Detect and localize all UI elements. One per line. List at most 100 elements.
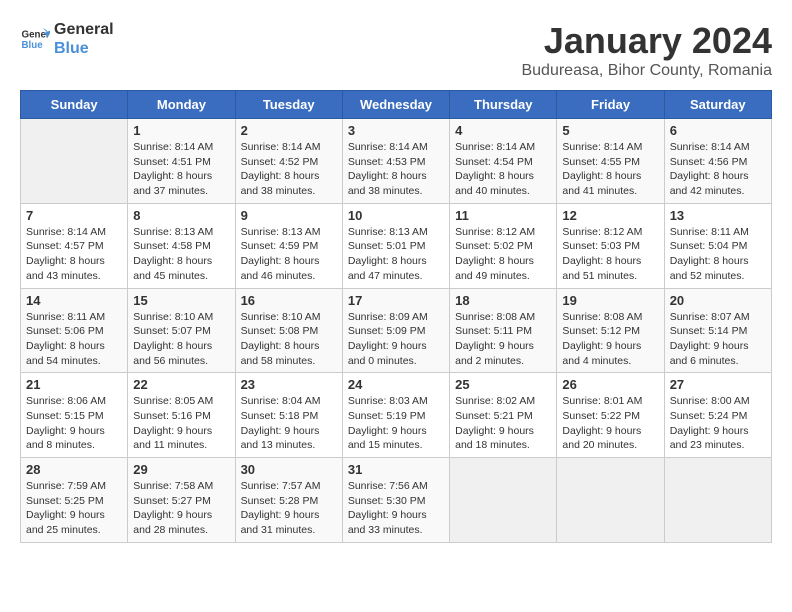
- day-number: 4: [455, 123, 551, 138]
- day-info: Sunrise: 8:01 AMSunset: 5:22 PMDaylight:…: [562, 394, 658, 453]
- day-number: 13: [670, 208, 766, 223]
- day-number: 23: [241, 377, 337, 392]
- day-number: 21: [26, 377, 122, 392]
- calendar-cell: [557, 458, 664, 543]
- day-info: Sunrise: 8:14 AMSunset: 4:56 PMDaylight:…: [670, 140, 766, 199]
- calendar-cell: 18Sunrise: 8:08 AMSunset: 5:11 PMDayligh…: [450, 288, 557, 373]
- day-number: 14: [26, 293, 122, 308]
- day-info: Sunrise: 8:06 AMSunset: 5:15 PMDaylight:…: [26, 394, 122, 453]
- calendar-week-row: 21 Sunrise: 8:06 AMSunset: 5:15 PMDayligh…: [21, 373, 772, 458]
- calendar-cell: 6 Sunrise: 8:14 AMSunset: 4:56 PMDaylight…: [664, 119, 771, 204]
- calendar-cell: 19 Sunrise: 8:08 AMSunset: 5:12 PMDayligh…: [557, 288, 664, 373]
- svg-text:Blue: Blue: [22, 40, 44, 51]
- location-subtitle: Budureasa, Bihor County, Romania: [521, 62, 772, 80]
- day-info: Sunrise: 8:00 AMSunset: 5:24 PMDaylight:…: [670, 394, 766, 453]
- calendar-table: SundayMondayTuesdayWednesdayThursdayFrid…: [20, 90, 772, 543]
- weekday-header: Thursday: [450, 91, 557, 119]
- day-info: Sunrise: 7:58 AMSunset: 5:27 PMDaylight:…: [133, 479, 229, 538]
- day-info: Sunrise: 8:04 AMSunset: 5:18 PMDaylight:…: [241, 394, 337, 453]
- day-number: 17: [348, 293, 444, 308]
- day-number: 8: [133, 208, 229, 223]
- weekday-header: Tuesday: [235, 91, 342, 119]
- weekday-header-row: SundayMondayTuesdayWednesdayThursdayFrid…: [21, 91, 772, 119]
- weekday-header: Saturday: [664, 91, 771, 119]
- calendar-cell: 30 Sunrise: 7:57 AMSunset: 5:28 PMDayligh…: [235, 458, 342, 543]
- calendar-cell: 10 Sunrise: 8:13 AMSunset: 5:01 PMDayligh…: [342, 203, 449, 288]
- calendar-cell: 25 Sunrise: 8:02 AMSunset: 5:21 PMDayligh…: [450, 373, 557, 458]
- day-number: 16: [241, 293, 337, 308]
- calendar-cell: 21 Sunrise: 8:06 AMSunset: 5:15 PMDayligh…: [21, 373, 128, 458]
- day-number: 11: [455, 208, 551, 223]
- weekday-header: Wednesday: [342, 91, 449, 119]
- day-number: 12: [562, 208, 658, 223]
- month-title: January 2024: [521, 20, 772, 62]
- day-number: 29: [133, 462, 229, 477]
- day-info: Sunrise: 7:57 AMSunset: 5:28 PMDaylight:…: [241, 479, 337, 538]
- calendar-week-row: 28 Sunrise: 7:59 AMSunset: 5:25 PMDayligh…: [21, 458, 772, 543]
- calendar-cell: 13Sunrise: 8:11 AMSunset: 5:04 PMDayligh…: [664, 203, 771, 288]
- day-number: 22: [133, 377, 229, 392]
- calendar-cell: 3Sunrise: 8:14 AMSunset: 4:53 PMDaylight…: [342, 119, 449, 204]
- day-info: Sunrise: 8:14 AMSunset: 4:53 PMDaylight:…: [348, 140, 444, 199]
- day-info: Sunrise: 7:59 AMSunset: 5:25 PMDaylight:…: [26, 479, 122, 538]
- day-number: 24: [348, 377, 444, 392]
- day-info: Sunrise: 8:10 AMSunset: 5:07 PMDaylight:…: [133, 310, 229, 369]
- title-block: January 2024 Budureasa, Bihor County, Ro…: [521, 20, 772, 80]
- logo-text: General Blue: [54, 20, 114, 58]
- weekday-header: Sunday: [21, 91, 128, 119]
- calendar-cell: 24 Sunrise: 8:03 AMSunset: 5:19 PMDayligh…: [342, 373, 449, 458]
- day-number: 28: [26, 462, 122, 477]
- day-number: 5: [562, 123, 658, 138]
- calendar-cell: 12 Sunrise: 8:12 AMSunset: 5:03 PMDayligh…: [557, 203, 664, 288]
- day-info: Sunrise: 8:08 AMSunset: 5:12 PMDaylight:…: [562, 310, 658, 369]
- day-number: 9: [241, 208, 337, 223]
- day-number: 31: [348, 462, 444, 477]
- day-info: Sunrise: 8:11 AMSunset: 5:06 PMDaylight:…: [26, 310, 122, 369]
- day-info: Sunrise: 8:12 AMSunset: 5:03 PMDaylight:…: [562, 225, 658, 284]
- weekday-header: Friday: [557, 91, 664, 119]
- calendar-cell: 4 Sunrise: 8:14 AMSunset: 4:54 PMDaylight…: [450, 119, 557, 204]
- day-number: 26: [562, 377, 658, 392]
- day-number: 19: [562, 293, 658, 308]
- day-info: Sunrise: 8:03 AMSunset: 5:19 PMDaylight:…: [348, 394, 444, 453]
- calendar-cell: 26 Sunrise: 8:01 AMSunset: 5:22 PMDayligh…: [557, 373, 664, 458]
- day-info: Sunrise: 8:13 AMSunset: 5:01 PMDaylight:…: [348, 225, 444, 284]
- day-info: Sunrise: 7:56 AMSunset: 5:30 PMDaylight:…: [348, 479, 444, 538]
- calendar-cell: [450, 458, 557, 543]
- day-info: Sunrise: 8:14 AMSunset: 4:55 PMDaylight:…: [562, 140, 658, 199]
- day-number: 2: [241, 123, 337, 138]
- calendar-cell: 8 Sunrise: 8:13 AMSunset: 4:58 PMDaylight…: [128, 203, 235, 288]
- day-info: Sunrise: 8:13 AMSunset: 4:58 PMDaylight:…: [133, 225, 229, 284]
- day-info: Sunrise: 8:14 AMSunset: 4:57 PMDaylight:…: [26, 225, 122, 284]
- calendar-cell: 23 Sunrise: 8:04 AMSunset: 5:18 PMDayligh…: [235, 373, 342, 458]
- day-info: Sunrise: 8:10 AMSunset: 5:08 PMDaylight:…: [241, 310, 337, 369]
- day-info: Sunrise: 8:12 AMSunset: 5:02 PMDaylight:…: [455, 225, 551, 284]
- calendar-cell: 28 Sunrise: 7:59 AMSunset: 5:25 PMDayligh…: [21, 458, 128, 543]
- calendar-cell: 9Sunrise: 8:13 AMSunset: 4:59 PMDaylight…: [235, 203, 342, 288]
- calendar-week-row: 7Sunrise: 8:14 AMSunset: 4:57 PMDaylight…: [21, 203, 772, 288]
- calendar-cell: 17 Sunrise: 8:09 AMSunset: 5:09 PMDayligh…: [342, 288, 449, 373]
- day-info: Sunrise: 8:09 AMSunset: 5:09 PMDaylight:…: [348, 310, 444, 369]
- calendar-cell: 27Sunrise: 8:00 AMSunset: 5:24 PMDayligh…: [664, 373, 771, 458]
- day-number: 18: [455, 293, 551, 308]
- calendar-week-row: 14 Sunrise: 8:11 AMSunset: 5:06 PMDayligh…: [21, 288, 772, 373]
- calendar-cell: 5 Sunrise: 8:14 AMSunset: 4:55 PMDaylight…: [557, 119, 664, 204]
- day-number: 15: [133, 293, 229, 308]
- calendar-cell: [21, 119, 128, 204]
- day-info: Sunrise: 8:02 AMSunset: 5:21 PMDaylight:…: [455, 394, 551, 453]
- day-info: Sunrise: 8:05 AMSunset: 5:16 PMDaylight:…: [133, 394, 229, 453]
- day-number: 30: [241, 462, 337, 477]
- calendar-cell: 14 Sunrise: 8:11 AMSunset: 5:06 PMDayligh…: [21, 288, 128, 373]
- calendar-cell: 1 Sunrise: 8:14 AMSunset: 4:51 PMDaylight…: [128, 119, 235, 204]
- day-number: 10: [348, 208, 444, 223]
- day-info: Sunrise: 8:14 AMSunset: 4:54 PMDaylight:…: [455, 140, 551, 199]
- logo: General Blue General Blue: [20, 20, 114, 58]
- logo-icon: General Blue: [20, 24, 50, 54]
- day-number: 6: [670, 123, 766, 138]
- day-number: 1: [133, 123, 229, 138]
- day-number: 25: [455, 377, 551, 392]
- day-info: Sunrise: 8:14 AMSunset: 4:51 PMDaylight:…: [133, 140, 229, 199]
- calendar-cell: 16 Sunrise: 8:10 AMSunset: 5:08 PMDayligh…: [235, 288, 342, 373]
- weekday-header: Monday: [128, 91, 235, 119]
- day-info: Sunrise: 8:07 AMSunset: 5:14 PMDaylight:…: [670, 310, 766, 369]
